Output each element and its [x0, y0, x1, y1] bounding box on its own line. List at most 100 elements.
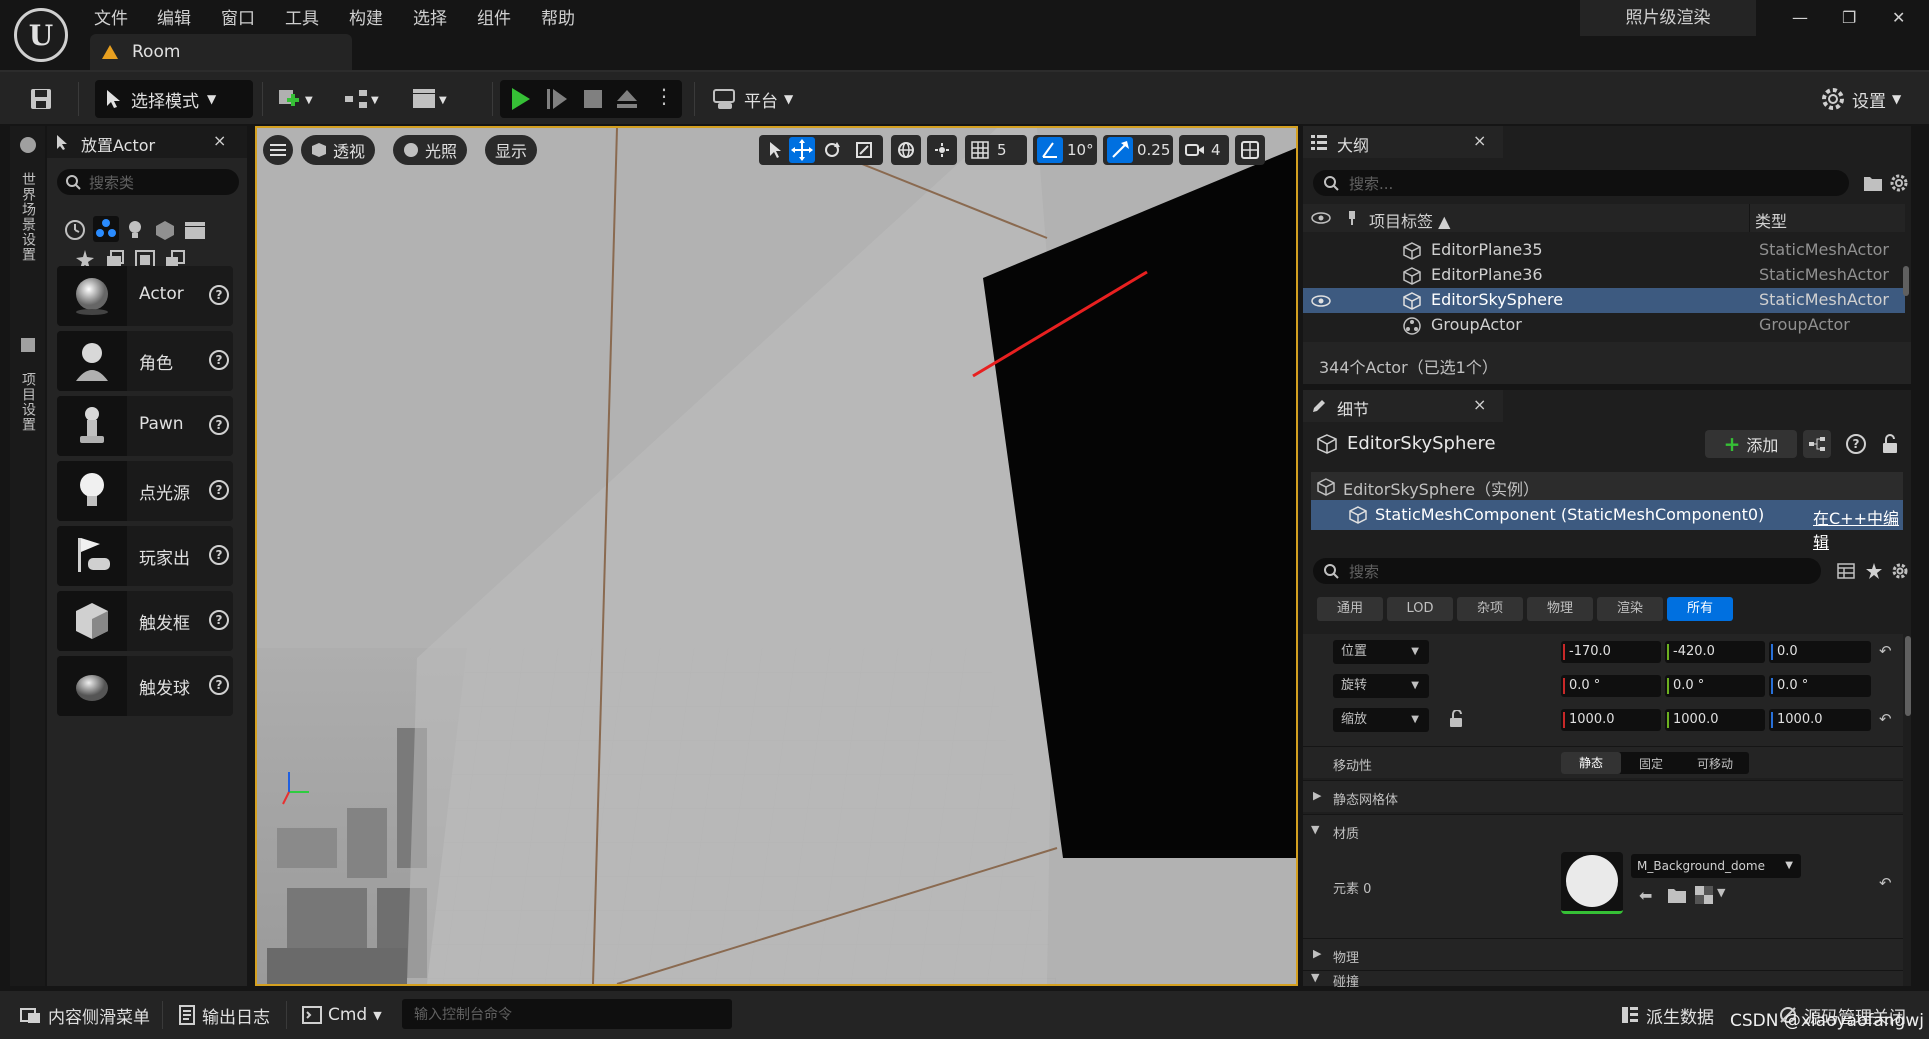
scale-snap-toggle[interactable]: 0.25 [1103, 135, 1173, 165]
console-command-input[interactable]: 输入控制台命令 [402, 999, 732, 1029]
browse-folder-icon[interactable] [1667, 886, 1687, 904]
content-drawer-button[interactable]: 内容侧滑菜单 [20, 999, 150, 1031]
rotate-icon[interactable] [823, 141, 841, 159]
world-local-toggle[interactable] [891, 135, 921, 165]
filter-tab-misc[interactable]: 杂项 [1457, 597, 1523, 621]
project-settings-icon[interactable] [19, 336, 37, 354]
filter-tab-physics[interactable]: 物理 [1527, 597, 1593, 621]
reset-material-icon[interactable]: ↶ [1879, 874, 1892, 892]
help-icon[interactable]: ? [209, 415, 229, 435]
scale-z-field[interactable]: 1000.0 [1769, 709, 1871, 731]
select-icon[interactable] [767, 141, 785, 159]
outliner-row-selected[interactable]: EditorSkySphere StaticMeshActor [1303, 288, 1905, 313]
restore-icon[interactable]: ❐ [1842, 8, 1856, 27]
unlock-icon[interactable] [1449, 710, 1465, 728]
add-component-button[interactable]: + 添加 [1705, 430, 1797, 458]
pin-icon[interactable] [1345, 210, 1359, 226]
grid-snap-toggle[interactable]: 5 [965, 135, 1027, 165]
reset-scale-icon[interactable]: ↶ [1879, 710, 1892, 728]
perspective-button[interactable]: 透视 [301, 135, 376, 165]
help-icon[interactable]: ? [209, 480, 229, 500]
details-search-input[interactable]: 搜索 [1313, 558, 1821, 584]
viewport-layout-button[interactable] [1235, 135, 1265, 165]
derived-data-button[interactable]: 派生数据 [1620, 999, 1714, 1031]
location-x-field[interactable]: -170.0 [1561, 641, 1661, 663]
column-type[interactable]: 类型 [1755, 208, 1787, 232]
show-button[interactable]: 显示 [485, 135, 538, 165]
place-item-trigger-sphere[interactable]: 触发球 ? [57, 656, 233, 716]
eye-icon[interactable] [1311, 295, 1331, 307]
blueprint-convert-icon[interactable] [1803, 430, 1831, 458]
checker-icon[interactable] [1695, 886, 1713, 904]
cinematics-icon[interactable]: ▼ [408, 84, 454, 114]
outliner-scrollbar[interactable] [1903, 266, 1909, 296]
material-dropdown[interactable]: M_Background_dome ▼ [1631, 854, 1801, 878]
rotation-z-field[interactable]: 0.0 ° [1769, 675, 1871, 697]
eye-icon[interactable] [1311, 212, 1331, 224]
filter-tab-general[interactable]: 通用 [1317, 597, 1383, 621]
filter-tab-all[interactable]: 所有 [1667, 597, 1733, 621]
close-panel-icon[interactable]: × [1473, 395, 1486, 414]
reset-location-icon[interactable]: ↶ [1879, 642, 1892, 660]
location-dropdown[interactable]: 位置 ▼ [1333, 640, 1429, 664]
place-item-pawn[interactable]: Pawn ? [57, 396, 233, 456]
help-icon[interactable]: ? [209, 610, 229, 630]
lights-icon[interactable] [123, 218, 149, 244]
eject-icon[interactable] [614, 86, 640, 112]
outliner-search-input[interactable]: 搜索... [1313, 170, 1849, 196]
platform-dropdown[interactable]: 平台 ▼ [712, 84, 793, 114]
outliner-row[interactable]: GroupActor GroupActor [1303, 313, 1905, 338]
menu-window[interactable]: 窗口 [221, 4, 255, 29]
close-panel-icon[interactable]: × [213, 131, 226, 150]
select-mode-dropdown[interactable]: 选择模式 ▼ [95, 80, 253, 118]
rotation-dropdown[interactable]: 旋转 ▼ [1333, 674, 1429, 698]
outliner-row[interactable]: EditorPlane35 StaticMeshActor [1303, 238, 1905, 263]
scale-dropdown[interactable]: 缩放 ▼ [1333, 708, 1429, 732]
component-instance-row[interactable]: EditorSkySphere（实例） [1311, 472, 1903, 500]
gear-icon[interactable] [1891, 562, 1909, 580]
star-icon[interactable] [1865, 562, 1883, 580]
cmd-dropdown[interactable]: Cmd ▼ [302, 999, 382, 1031]
filter-tab-rendering[interactable]: 渲染 [1597, 597, 1663, 621]
settings-dropdown[interactable]: 设置 ▼ [1820, 84, 1901, 114]
place-item-trigger-box[interactable]: 触发框 ? [57, 591, 233, 651]
close-icon[interactable]: ✕ [1892, 8, 1905, 27]
play-options-icon[interactable]: ⋮ [654, 84, 674, 108]
outliner-row[interactable]: EditorPlane36 StaticMeshActor [1303, 263, 1905, 288]
section-collision[interactable]: ▼ 碰撞 [1303, 970, 1903, 990]
menu-component[interactable]: 组件 [477, 4, 511, 29]
shapes-icon[interactable] [153, 218, 179, 244]
material-thumbnail[interactable] [1561, 852, 1623, 914]
document-tab-room[interactable]: Room [90, 34, 352, 70]
place-actor-tab[interactable]: 放置Actor × [47, 126, 247, 158]
section-physics[interactable]: ▶ 物理 [1303, 938, 1903, 970]
place-actor-search-input[interactable]: 搜索类 [57, 169, 239, 195]
world-settings-tab[interactable]: 世界场景设置 [18, 172, 38, 262]
place-item-character[interactable]: 角色 ? [57, 331, 233, 391]
scale-x-field[interactable]: 1000.0 [1561, 709, 1661, 731]
photoreal-render-button[interactable]: 照片级渲染 [1580, 0, 1756, 36]
use-selected-icon[interactable]: ⬅ [1639, 886, 1652, 905]
place-item-player-start[interactable]: 玩家出 ? [57, 526, 233, 586]
table-view-icon[interactable] [1837, 563, 1855, 579]
location-y-field[interactable]: -420.0 [1665, 641, 1765, 663]
location-z-field[interactable]: 0.0 [1769, 641, 1871, 663]
menu-tools[interactable]: 工具 [285, 4, 319, 29]
recent-icon[interactable] [63, 218, 89, 244]
add-folder-icon[interactable] [1863, 174, 1883, 192]
camera-speed-button[interactable]: 4 [1179, 135, 1229, 165]
rotation-x-field[interactable]: 0.0 ° [1561, 675, 1661, 697]
surface-snap-toggle[interactable] [927, 135, 957, 165]
viewport-menu-button[interactable] [263, 135, 293, 165]
menu-build[interactable]: 构建 [349, 4, 383, 29]
mobility-stationary-option[interactable]: 固定 [1621, 755, 1681, 772]
lighting-mode-button[interactable]: 光照 [393, 135, 468, 165]
scale-icon[interactable] [855, 141, 873, 159]
close-panel-icon[interactable]: × [1473, 131, 1486, 150]
details-scrollbar[interactable] [1905, 636, 1911, 716]
gear-icon[interactable] [1889, 173, 1909, 193]
filter-tab-lod[interactable]: LOD [1387, 597, 1453, 621]
unreal-logo-icon[interactable]: U [14, 8, 68, 62]
cinematic-icon[interactable] [183, 218, 209, 244]
translate-icon[interactable] [789, 137, 815, 163]
